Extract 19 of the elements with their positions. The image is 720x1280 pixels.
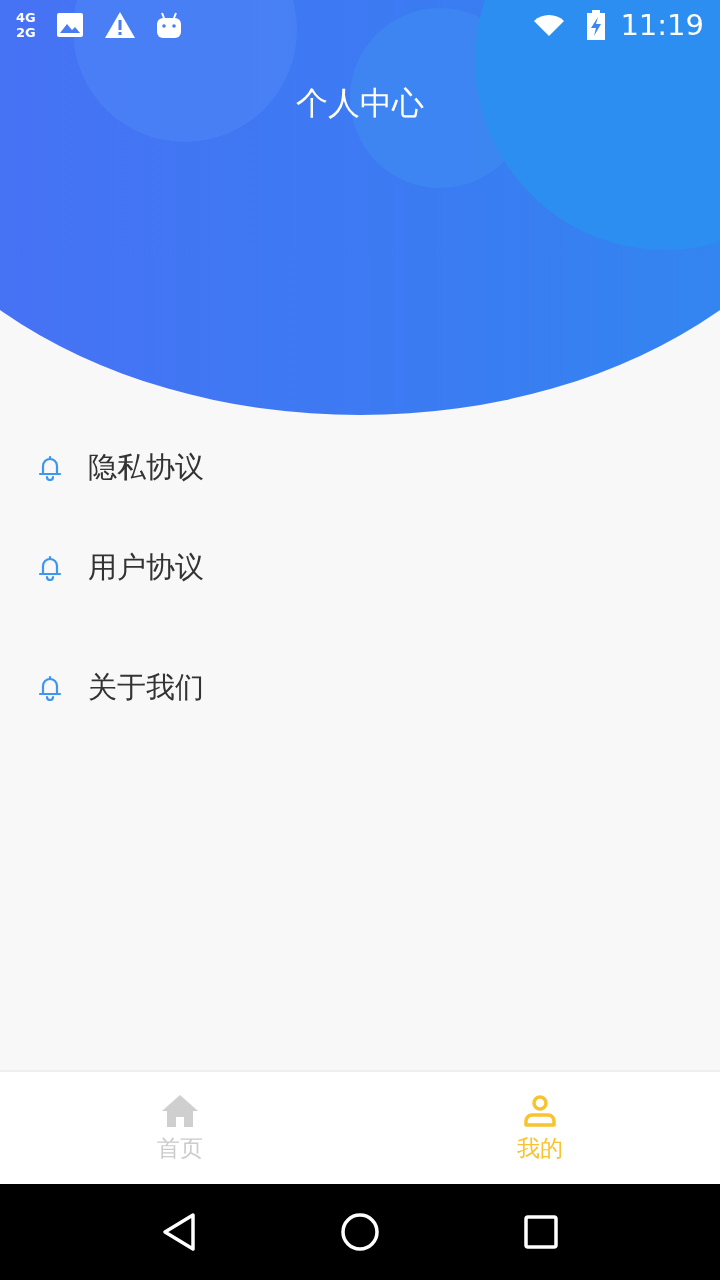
- menu-item[interactable]: 关于我们: [0, 638, 720, 738]
- warning-icon: [103, 11, 136, 39]
- bell-icon: [38, 675, 62, 701]
- wifi-icon: [532, 12, 567, 38]
- bell-icon: [38, 555, 62, 581]
- page-title: 个人中心: [295, 83, 425, 124]
- home-icon: [160, 1092, 200, 1129]
- bell-icon: [38, 455, 62, 481]
- image-icon: [55, 12, 84, 38]
- network-label: 4G: [16, 10, 36, 25]
- clock-time: 11:19: [620, 8, 704, 42]
- menu-item[interactable]: 用户协议: [0, 518, 720, 618]
- home-button-icon[interactable]: [340, 1212, 380, 1252]
- person-icon: [522, 1092, 558, 1129]
- battery-icon: [586, 10, 607, 40]
- recents-icon[interactable]: [522, 1214, 559, 1250]
- menu-item[interactable]: 隐私协议: [0, 418, 720, 518]
- back-icon[interactable]: [161, 1212, 198, 1252]
- network-label: 2G: [16, 25, 36, 40]
